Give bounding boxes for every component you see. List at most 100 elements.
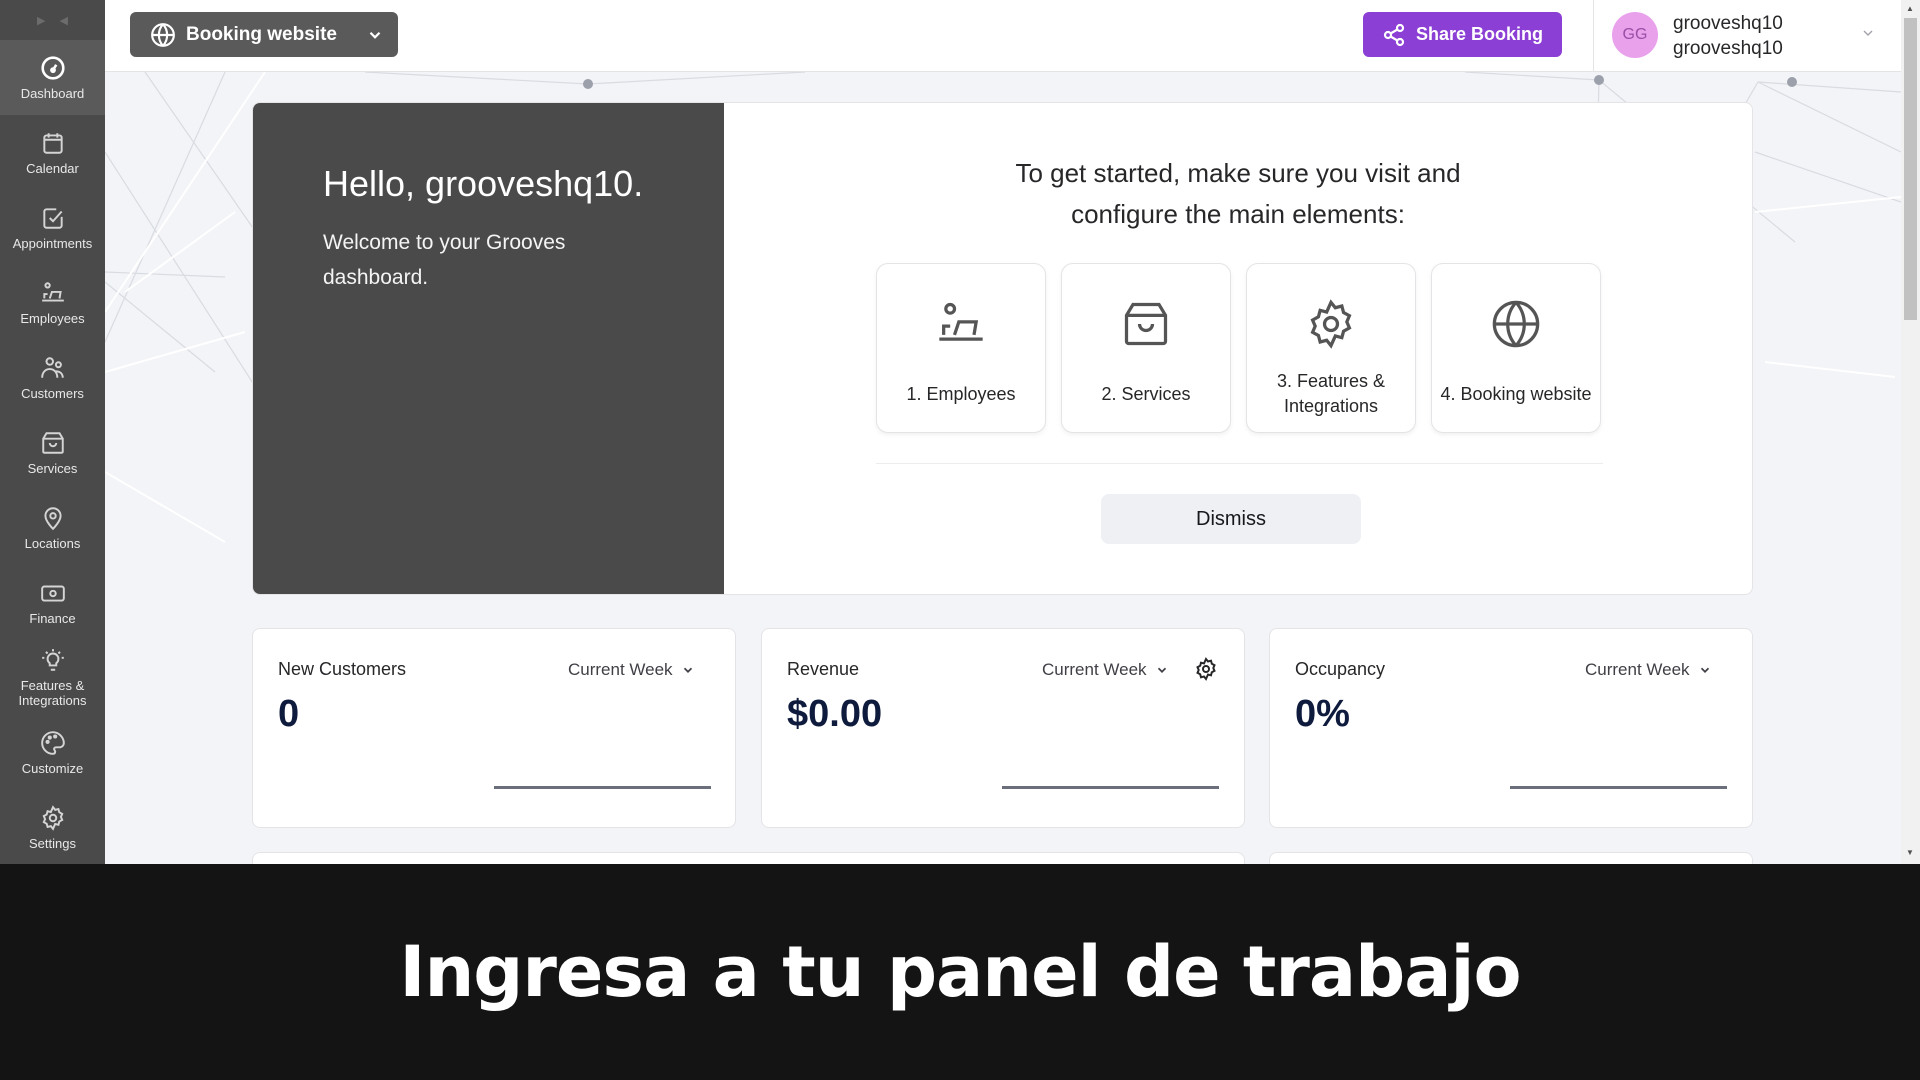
- stat-title: New Customers: [278, 659, 407, 679]
- avatar[interactable]: GG: [1612, 12, 1658, 58]
- sidebar: ▶ ◀ Dashboard Calendar Appointments Empl…: [0, 0, 105, 864]
- banknote-icon: [40, 585, 65, 602]
- period-dropdown[interactable]: Current Week: [1585, 660, 1712, 680]
- divider: [1593, 0, 1594, 72]
- globe-icon: [151, 23, 175, 47]
- employee-laptop-icon: [939, 302, 983, 341]
- share-icon: [1383, 23, 1405, 46]
- sidebar-collapse-toggle[interactable]: ▶ ◀: [0, 0, 105, 40]
- sidebar-item-label: Calendar: [26, 160, 79, 176]
- period-dropdown[interactable]: Current Week: [568, 660, 695, 680]
- sidebar-item-label: Services: [27, 460, 78, 476]
- chevron-down-icon: [369, 31, 381, 39]
- stat-value: $0.00: [787, 693, 883, 735]
- sidebar-item-appointments[interactable]: Appointments: [0, 190, 105, 265]
- step-card-services[interactable]: 2. Services: [1061, 263, 1231, 433]
- sidebar-item-customize[interactable]: Customize: [0, 715, 105, 790]
- stat-card-occupancy: Occupancy Current Week 0%: [1269, 628, 1753, 828]
- shopping-bag-icon: [1124, 302, 1168, 346]
- period-label: Current Week: [1585, 660, 1690, 679]
- period-dropdown[interactable]: Current Week: [1042, 660, 1169, 680]
- sidebar-item-label: Finance: [29, 610, 76, 626]
- scroll-down-icon[interactable]: ▼: [1906, 848, 1914, 857]
- step-card-booking-website[interactable]: 4. Booking website: [1431, 263, 1601, 433]
- map-pin-icon: [43, 506, 62, 530]
- step-label: 4. Booking website: [1440, 383, 1592, 404]
- sidebar-item-services[interactable]: Services: [0, 415, 105, 490]
- share-booking-button[interactable]: Share Booking: [1363, 12, 1562, 57]
- stat-value: 0%: [1295, 693, 1350, 735]
- stat-value: 0: [278, 693, 300, 735]
- employee-laptop-icon: [41, 281, 64, 302]
- sidebar-item-label: Features & Integrations: [18, 678, 87, 708]
- stat-title: Occupancy: [1295, 659, 1386, 679]
- period-label: Current Week: [1042, 660, 1147, 679]
- sidebar-item-label: Customize: [21, 760, 84, 776]
- chevron-down-icon: [683, 667, 692, 673]
- sidebar-item-dashboard[interactable]: Dashboard: [0, 40, 105, 115]
- chart-card: [1269, 852, 1753, 864]
- user-name-line2: grooveshq10: [1673, 38, 1783, 59]
- sidebar-item-label: Dashboard: [20, 85, 85, 101]
- sidebar-item-label: Appointments: [12, 235, 93, 251]
- sidebar-item-calendar[interactable]: Calendar: [0, 115, 105, 190]
- chart-card: [252, 852, 1245, 864]
- lightbulb-icon: [41, 649, 64, 671]
- step-label: 1. Employees: [906, 383, 1016, 404]
- triangle-left-icon: ◀: [59, 14, 68, 27]
- welcome-panel: Hello, grooveshq10. Welcome to your Groo…: [253, 103, 724, 594]
- welcome-subtitle: Welcome to your Grooves dashboard.: [323, 231, 566, 289]
- sidebar-item-locations[interactable]: Locations: [0, 490, 105, 565]
- chevron-down-icon: [1700, 667, 1709, 673]
- palette-icon: [40, 730, 65, 755]
- users-icon: [40, 356, 64, 378]
- gear-icon[interactable]: [1194, 657, 1218, 681]
- user-name-line1: grooveshq10: [1673, 13, 1783, 34]
- sidebar-item-label: Customers: [21, 385, 84, 401]
- stat-card-revenue: Revenue Current Week $0.00: [761, 628, 1245, 828]
- checkbox-icon: [42, 207, 63, 229]
- scroll-up-icon[interactable]: ▲: [1906, 4, 1914, 13]
- stat-title: Revenue: [787, 659, 860, 679]
- sidebar-item-features[interactable]: Features & Integrations: [0, 640, 105, 715]
- sidebar-item-employees[interactable]: Employees: [0, 265, 105, 340]
- caption-text: Ingresa a tu panel de trabajo: [399, 931, 1521, 1013]
- dismiss-button[interactable]: Dismiss: [1101, 494, 1361, 544]
- share-booking-label: Share Booking: [1415, 24, 1544, 44]
- gear-icon: [42, 804, 63, 831]
- sidebar-item-label: Locations: [24, 535, 81, 551]
- sidebar-item-finance[interactable]: Finance: [0, 565, 105, 640]
- booking-website-label: Booking website: [186, 23, 337, 45]
- scrollbar-thumb[interactable]: [1904, 18, 1917, 320]
- top-bar: Booking website Share Booking GG grooves…: [105, 0, 1901, 72]
- sidebar-item-customers[interactable]: Customers: [0, 340, 105, 415]
- sparkline: [1510, 786, 1727, 789]
- calendar-icon: [42, 132, 63, 154]
- sidebar-item-label: Settings: [29, 835, 76, 851]
- step-label: 3. Features & Integrations: [1276, 371, 1386, 416]
- shopping-bag-icon: [41, 431, 64, 454]
- greeting-heading: Hello, grooveshq10.: [323, 163, 644, 204]
- step-card-employees[interactable]: 1. Employees: [876, 263, 1046, 433]
- sidebar-item-settings[interactable]: Settings: [0, 790, 105, 864]
- sidebar-item-label: Employees: [20, 310, 85, 326]
- user-menu[interactable]: grooveshq10 grooveshq10: [1673, 11, 1783, 61]
- period-label: Current Week: [568, 660, 673, 679]
- step-card-features[interactable]: 3. Features & Integrations: [1246, 263, 1416, 433]
- globe-icon: [1492, 300, 1540, 348]
- caption-banner: Ingresa a tu panel de trabajo: [0, 864, 1920, 1080]
- app-viewport: Booking website Share Booking GG grooves…: [0, 0, 1920, 864]
- stat-card-new-customers: New Customers Current Week 0: [252, 628, 736, 828]
- vertical-scrollbar[interactable]: ▲ ▼: [1901, 0, 1920, 864]
- chevron-down-icon[interactable]: [1860, 25, 1876, 41]
- booking-website-dropdown[interactable]: Booking website: [130, 12, 398, 57]
- getting-started-intro: To get started, make sure you visit and …: [1015, 158, 1461, 229]
- chevron-down-icon: [1157, 667, 1166, 673]
- welcome-card: Hello, grooveshq10. Welcome to your Groo…: [252, 102, 1753, 595]
- step-label: 2. Services: [1101, 383, 1191, 404]
- sparkline: [1002, 786, 1219, 789]
- sparkline: [494, 786, 711, 789]
- divider: [876, 463, 1603, 464]
- gear-icon: [1310, 299, 1352, 349]
- triangle-right-icon: ▶: [37, 14, 46, 27]
